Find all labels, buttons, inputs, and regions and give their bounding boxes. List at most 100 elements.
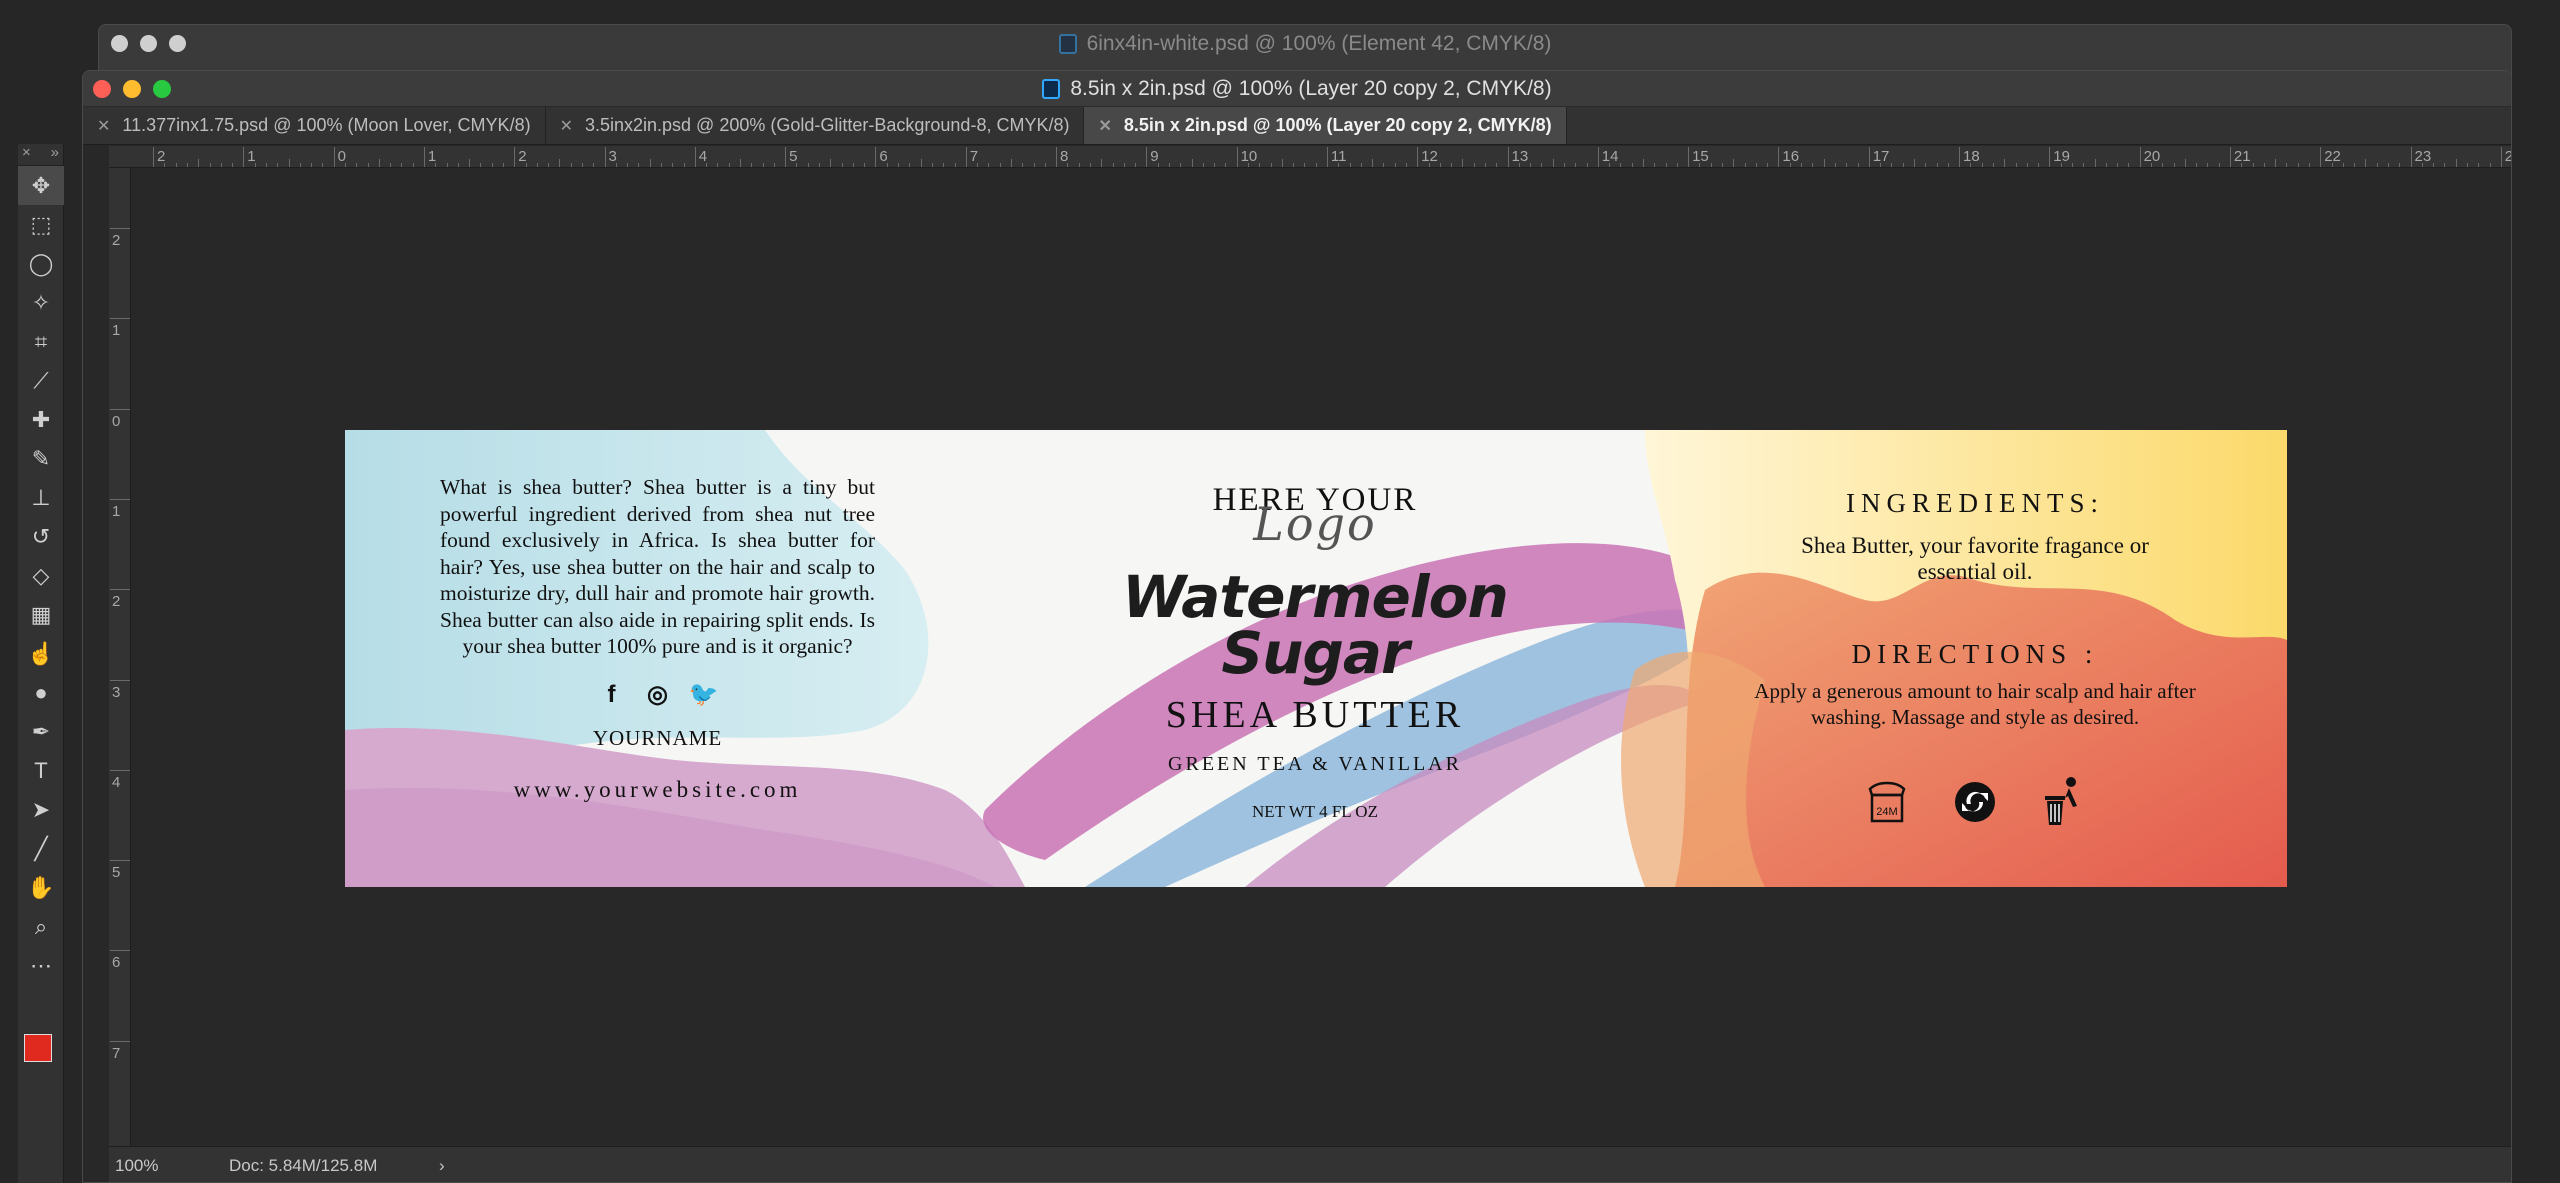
ruler-tick bbox=[1552, 159, 1554, 167]
healing-brush-tool-icon[interactable]: ✚ bbox=[18, 400, 64, 439]
gradient-tool-icon[interactable]: ▦ bbox=[18, 595, 64, 634]
ruler-tick bbox=[110, 408, 130, 410]
ruler-tick bbox=[2015, 163, 2017, 167]
tab-document-1[interactable]: ✕ 11.377inx1.75.psd @ 100% (Moon Lover, C… bbox=[83, 107, 546, 144]
eraser-tool-icon[interactable]: ◇ bbox=[18, 556, 64, 595]
ruler-number: 10 bbox=[1240, 148, 1258, 165]
ruler-number: 7 bbox=[112, 1044, 121, 1062]
mores-tool-icon[interactable]: ⋯ bbox=[18, 946, 64, 985]
ruler-tick bbox=[1383, 163, 1385, 167]
window-controls bbox=[93, 80, 171, 98]
ruler-tick bbox=[2297, 163, 2299, 167]
ruler-tick bbox=[1146, 147, 1148, 167]
brush-tool-icon[interactable]: ✎ bbox=[18, 439, 64, 478]
ruler-tick bbox=[265, 163, 267, 167]
document-tabs: ✕ 11.377inx1.75.psd @ 100% (Moon Lover, C… bbox=[83, 107, 2511, 145]
ruler-tick bbox=[1688, 147, 1690, 167]
ruler-tick bbox=[110, 860, 130, 862]
ruler-tick bbox=[153, 147, 154, 167]
ruler-number: 4 bbox=[112, 773, 121, 791]
ruler-tick bbox=[1247, 163, 1249, 167]
ruler-tick bbox=[536, 163, 538, 167]
social-icons: f ◎ 🐦 bbox=[440, 681, 875, 709]
ruler-tick bbox=[110, 589, 130, 591]
ruler-tick bbox=[2320, 147, 2322, 167]
ruler-tick bbox=[999, 163, 1001, 167]
product-name-line-2: Sugar bbox=[1221, 619, 1409, 687]
tab-document-2[interactable]: ✕ 3.5inx2in.psd @ 200% (Gold-Glitter-Back… bbox=[546, 107, 1085, 144]
ruler-tick bbox=[852, 163, 854, 167]
tab-document-3[interactable]: ✕ 8.5in x 2in.psd @ 100% (Layer 20 copy 2… bbox=[1084, 107, 1567, 144]
ruler-tick bbox=[740, 159, 741, 167]
tab-close-icon[interactable]: ✕ bbox=[560, 116, 573, 136]
foreground-color-swatch[interactable] bbox=[24, 1034, 52, 1062]
ruler-tick bbox=[2263, 163, 2265, 167]
pen-tool-icon[interactable]: ✒ bbox=[18, 712, 64, 751]
ruler-tick bbox=[920, 159, 922, 167]
panel-close-icon[interactable]: × bbox=[22, 144, 31, 165]
label-artwork[interactable]: What is shea butter? Shea butter is a ti… bbox=[345, 430, 2287, 887]
hand-tool-icon[interactable]: ✋ bbox=[18, 868, 64, 907]
ruler-tick bbox=[2331, 163, 2333, 167]
lasso-tool-icon[interactable]: ◯ bbox=[18, 244, 64, 283]
clone-stamp-tool-icon[interactable]: ⊥ bbox=[18, 478, 64, 517]
zoom-tool-icon[interactable]: ⌕ bbox=[18, 907, 64, 946]
ruler-tick bbox=[943, 163, 945, 167]
twitter-icon: 🐦 bbox=[688, 681, 719, 708]
ruler-tick bbox=[333, 147, 335, 167]
magic-wand-tool-icon[interactable]: ✧ bbox=[18, 283, 64, 322]
close-window-icon[interactable] bbox=[93, 80, 111, 98]
color-swatches[interactable] bbox=[24, 1034, 62, 1072]
back-window-controls[interactable] bbox=[111, 35, 186, 52]
move-tool-icon[interactable]: ✥ bbox=[18, 166, 64, 205]
eyedropper-tool-icon[interactable]: ⟋ bbox=[18, 361, 64, 400]
ruler-tick bbox=[1304, 163, 1306, 167]
zoom-icon[interactable] bbox=[169, 35, 186, 52]
crop-tool-icon[interactable]: ⌗ bbox=[18, 322, 64, 361]
ruler-tick bbox=[2139, 147, 2141, 167]
ruler-tick bbox=[661, 163, 662, 167]
ruler-tick bbox=[1654, 163, 1656, 167]
dodge-tool-icon[interactable]: ● bbox=[18, 673, 64, 712]
ruler-tick bbox=[1360, 163, 1362, 167]
ruler-number: 22 bbox=[2324, 148, 2341, 165]
ruler-tick bbox=[1078, 163, 1080, 167]
recycle-icon bbox=[1951, 776, 1999, 828]
close-icon[interactable] bbox=[111, 35, 128, 52]
path-selection-tool-icon[interactable]: ➤ bbox=[18, 790, 64, 829]
ruler-number: 5 bbox=[112, 864, 121, 882]
ruler-tick bbox=[909, 163, 911, 167]
minimize-icon[interactable] bbox=[140, 35, 157, 52]
tab-close-icon[interactable]: ✕ bbox=[1098, 116, 1111, 136]
smudge-tool-icon[interactable]: ☝ bbox=[18, 634, 64, 673]
history-brush-tool-icon[interactable]: ↺ bbox=[18, 517, 64, 556]
ruler-tick bbox=[898, 163, 899, 167]
website-text: www.yourwebsite.com bbox=[513, 776, 802, 802]
ruler-tick bbox=[164, 163, 166, 167]
label-description-column: What is shea butter? Shea butter is a ti… bbox=[440, 474, 875, 803]
ruler-tick bbox=[694, 147, 696, 167]
panel-collapse-icon[interactable]: » bbox=[51, 144, 59, 165]
minimize-window-icon[interactable] bbox=[123, 80, 141, 98]
ruler-number: 1 bbox=[112, 322, 121, 340]
window-titlebar[interactable]: 8.5in x 2in.psd @ 100% (Layer 20 copy 2,… bbox=[83, 71, 2511, 107]
type-tool-icon[interactable]: T bbox=[18, 751, 64, 790]
ruler-tick bbox=[2376, 163, 2378, 167]
ruler-tick bbox=[1056, 147, 1057, 167]
ruler-tick bbox=[977, 163, 978, 167]
line-tool-icon[interactable]: ╱ bbox=[18, 829, 64, 868]
horizontal-ruler[interactable]: 2 1 0 1 2 3 4 5 6 7 8 9 10 11 12 13 14 15 16 17 18 19 20 21 22 23… bbox=[109, 146, 2511, 168]
zoom-window-icon[interactable] bbox=[153, 80, 171, 98]
ruler-tick bbox=[773, 163, 775, 167]
ruler-tick bbox=[469, 159, 471, 167]
marquee-tool-icon[interactable]: ⬚ bbox=[18, 205, 64, 244]
ruler-tick bbox=[457, 163, 459, 167]
zoom-level[interactable]: 100% bbox=[109, 1156, 229, 1176]
ruler-tick bbox=[1101, 159, 1103, 167]
tab-close-icon[interactable]: ✕ bbox=[97, 116, 110, 136]
vertical-ruler[interactable]: 2 1 0 1 2 3 4 5 6 7 bbox=[109, 168, 131, 1168]
ruler-tick bbox=[931, 163, 933, 167]
status-menu-arrow-icon[interactable]: › bbox=[439, 1156, 445, 1176]
ruler-tick bbox=[2060, 163, 2062, 167]
ruler-tick bbox=[1044, 163, 1046, 167]
